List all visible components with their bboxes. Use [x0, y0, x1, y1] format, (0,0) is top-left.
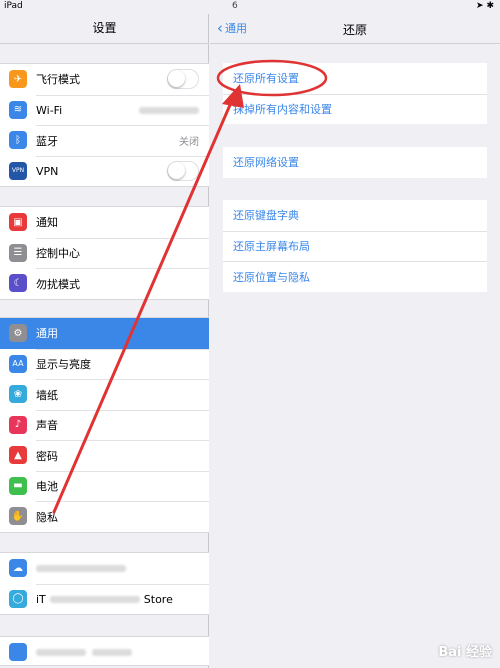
baidu-watermark: Bai 经验: [438, 641, 492, 660]
privacy-hand-icon: ✋: [9, 507, 27, 526]
sidebar-item-notifications[interactable]: ▣ 通知: [0, 207, 209, 238]
sidebar-group-accounts: ☁ ◯ iT Store: [0, 552, 209, 615]
status-icons: ➤ ✱: [476, 1, 494, 11]
status-time: 6: [232, 1, 238, 11]
sidebar-item-label-end: Store: [143, 592, 173, 606]
reset-group-3: 还原键盘字典 还原主屏幕布局 还原位置与隐私: [223, 200, 487, 292]
blurred-label: [36, 648, 86, 656]
passcode-icon: ▲: [9, 446, 27, 465]
bluetooth-status: 关闭: [179, 137, 199, 149]
reset-group-2: 还原网络设置: [223, 147, 487, 178]
sidebar-item-battery[interactable]: ▬ 电池: [0, 470, 209, 502]
notifications-icon: ▣: [9, 213, 27, 232]
sidebar-item-label: iT: [36, 592, 46, 606]
airplane-icon: ✈: [9, 70, 27, 89]
sidebar-item-label: 隐私: [36, 510, 58, 524]
sidebar-item-icloud[interactable]: ☁: [0, 553, 209, 584]
do-not-disturb-icon: ☾: [9, 274, 27, 293]
sidebar-item-label: 通用: [36, 327, 58, 341]
sidebar-item-label: Wi-Fi: [36, 103, 63, 117]
erase-all-content-and-settings[interactable]: 抹掉所有内容和设置: [223, 93, 487, 125]
app-icon: [9, 643, 27, 662]
sidebar-item-wallpaper[interactable]: ❀ 墙纸: [0, 379, 209, 410]
vpn-icon: VPN: [9, 161, 27, 180]
sidebar-item-itunes-store[interactable]: ◯ iT Store: [0, 583, 209, 615]
reset-detail-pane: ‹ 通用 还原 还原所有设置 抹掉所有内容和设置 还原网络设置 还原键盘字典 还…: [210, 14, 500, 668]
gear-icon: ⚙: [9, 324, 27, 343]
sidebar-item-display-brightness[interactable]: AA 显示与亮度: [0, 348, 209, 380]
sidebar-item-general[interactable]: ⚙ 通用: [0, 318, 209, 349]
reset-location-privacy[interactable]: 还原位置与隐私: [223, 261, 487, 292]
reset-all-settings[interactable]: 还原所有设置: [223, 63, 487, 94]
sidebar-item-wifi[interactable]: ≋ Wi-Fi: [0, 94, 209, 126]
vpn-toggle[interactable]: [167, 161, 199, 182]
navigation-bar: ‹ 通用 还原: [210, 14, 500, 44]
sidebar-item-label: 声音: [36, 419, 58, 433]
display-icon: AA: [9, 354, 27, 373]
sidebar-item-do-not-disturb[interactable]: ☾ 勿扰模式: [0, 268, 209, 299]
sidebar-item-airplane-mode[interactable]: ✈ 飞行模式: [0, 64, 209, 95]
bluetooth-icon: ᛒ: [9, 131, 27, 150]
sidebar-title: 设置: [0, 14, 209, 44]
sidebar-item-vpn[interactable]: VPN VPN: [0, 155, 209, 187]
sidebar-item-passcode[interactable]: ▲ 密码: [0, 440, 209, 471]
sidebar-item-label: 飞行模式: [36, 73, 80, 87]
sidebar-group-more: [0, 636, 209, 666]
control-center-icon: ☰: [9, 243, 27, 262]
sidebar-item-label: VPN: [36, 164, 59, 178]
sidebar-item-control-center[interactable]: ☰ 控制中心: [0, 237, 209, 269]
itunes-store-icon: ◯: [9, 589, 27, 608]
sidebar-group-general: ⚙ 通用 AA 显示与亮度 ❀ 墙纸 ♪ 声音 ▲ 密码 ▬ 电池 ✋ 隐私: [0, 317, 209, 533]
sound-icon: ♪: [9, 415, 27, 434]
sidebar-item-label: 电池: [36, 480, 58, 494]
sidebar-item-bluetooth[interactable]: ᛒ 蓝牙 关闭: [0, 125, 209, 156]
wifi-network-name-blurred: [139, 106, 199, 114]
sidebar-group-connectivity: ✈ 飞行模式 ≋ Wi-Fi ᛒ 蓝牙 关闭 VPN VPN: [0, 63, 209, 187]
sidebar-item-sounds[interactable]: ♪ 声音: [0, 409, 209, 441]
sidebar-item-label: 墙纸: [36, 388, 58, 402]
airplane-mode-toggle[interactable]: [167, 69, 199, 90]
settings-sidebar: 设置 ✈ 飞行模式 ≋ Wi-Fi ᛒ 蓝牙 关闭 VPN VPN ▣ 通知 ☰…: [0, 14, 209, 668]
sidebar-item-label: 蓝牙: [36, 134, 58, 148]
blurred-label: [92, 648, 132, 656]
itunes-label-blurred: [49, 595, 140, 603]
wifi-icon: ≋: [9, 100, 27, 119]
reset-keyboard-dictionary[interactable]: 还原键盘字典: [223, 200, 487, 231]
reset-group-1: 还原所有设置 抹掉所有内容和设置: [223, 63, 487, 124]
watermark-text: Bai 经验: [438, 645, 492, 660]
reset-home-screen-layout[interactable]: 还原主屏幕布局: [223, 230, 487, 262]
page-title: 还原: [342, 23, 367, 37]
sidebar-item-label: 显示与亮度: [36, 358, 91, 372]
sidebar-item-label: 勿扰模式: [36, 277, 80, 291]
wallpaper-icon: ❀: [9, 385, 27, 404]
device-label: iPad: [4, 1, 23, 11]
status-bar: iPad 6 ➤ ✱: [0, 0, 500, 14]
icloud-icon: ☁: [9, 559, 27, 578]
sidebar-group-notifications: ▣ 通知 ☰ 控制中心 ☾ 勿扰模式: [0, 206, 209, 300]
sidebar-item-blurred[interactable]: [0, 637, 209, 668]
sidebar-item-label: 密码: [36, 449, 58, 463]
reset-network-settings[interactable]: 还原网络设置: [223, 147, 487, 178]
icloud-account-blurred: [36, 564, 126, 572]
sidebar-item-label: 控制中心: [36, 247, 80, 261]
sidebar-item-privacy[interactable]: ✋ 隐私: [0, 501, 209, 532]
battery-icon: ▬: [9, 476, 27, 495]
sidebar-item-label: 通知: [36, 216, 58, 230]
